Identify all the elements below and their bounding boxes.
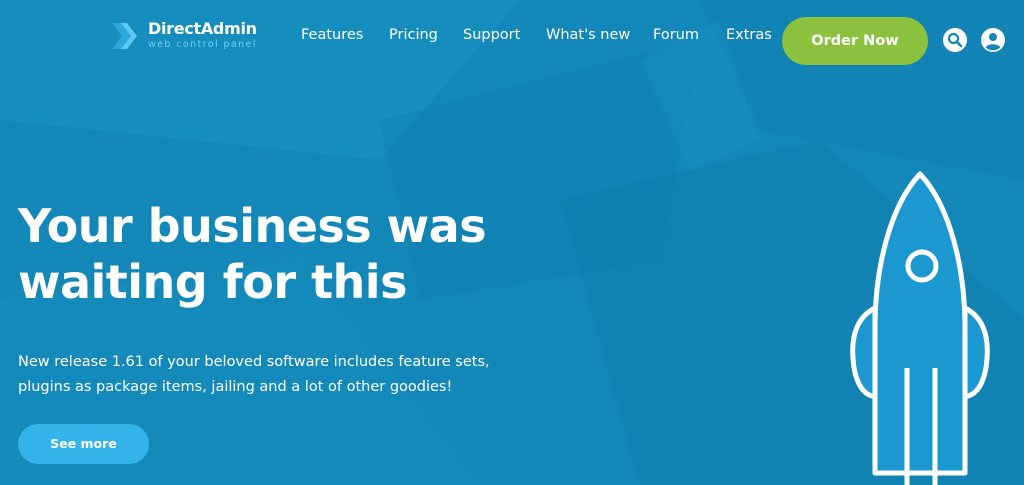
logo[interactable]: DirectAdmin web control panel (110, 19, 270, 55)
hero-title-line: waiting for this (18, 255, 407, 309)
hero-title: Your business was waiting for this (18, 198, 578, 310)
logo-tagline: web control panel (148, 39, 257, 50)
double-chevron-logo-icon (112, 23, 137, 49)
nav-features[interactable]: Features (301, 27, 363, 43)
account-button[interactable] (981, 28, 1005, 52)
nav-pricing[interactable]: Pricing (389, 27, 438, 43)
order-now-button[interactable]: Order Now (782, 17, 928, 65)
hero-title-line: Your business was (18, 199, 487, 253)
nav-extras[interactable]: Extras (726, 27, 772, 43)
hero-description-line: plugins as package items, jailing and a … (18, 379, 453, 395)
site-header: DirectAdmin web control panel Features P… (0, 0, 1024, 80)
search-icon (947, 32, 963, 48)
logo-name: DirectAdmin (148, 19, 257, 38)
hero-description: New release 1.61 of your beloved softwar… (18, 350, 538, 400)
user-account-icon (985, 33, 1001, 51)
hero-description-line: New release 1.61 of your beloved softwar… (18, 354, 490, 370)
see-more-button[interactable]: See more (18, 424, 149, 464)
rocket-icon (850, 171, 990, 485)
nav-forum[interactable]: Forum (653, 27, 699, 43)
nav-support[interactable]: Support (463, 27, 520, 43)
search-button[interactable] (943, 28, 967, 52)
nav-whats-new[interactable]: What's new (546, 27, 630, 43)
